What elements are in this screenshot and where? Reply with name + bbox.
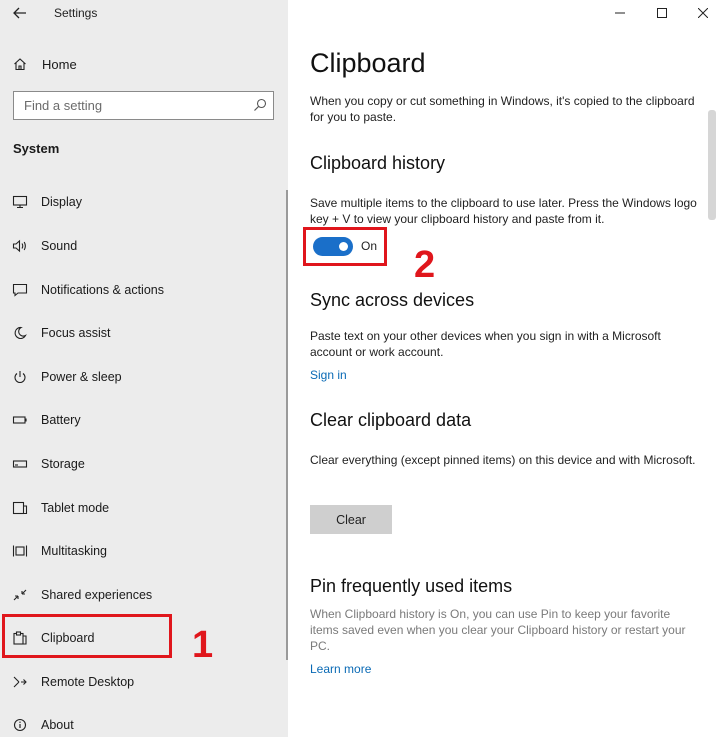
pane-divider <box>286 190 288 660</box>
power-icon <box>14 371 26 384</box>
clear-clipboard-description: Clear everything (except pinned items) o… <box>310 453 696 467</box>
notification-icon <box>12 283 28 297</box>
clear-clipboard-heading: Clear clipboard data <box>310 410 472 430</box>
close-button[interactable] <box>688 2 718 24</box>
sidebar-item-clipboard[interactable]: Clipboard <box>0 620 288 656</box>
pin-items-description: When Clipboard history is On, you can us… <box>310 607 686 653</box>
sidebar-item-power-sleep[interactable]: Power & sleep <box>0 359 288 395</box>
info-icon <box>13 718 27 732</box>
sidebar-item-label: Sound <box>41 239 78 253</box>
sidebar-item-remote-desktop[interactable]: Remote Desktop <box>0 664 288 700</box>
sidebar-item-label: Power & sleep <box>41 370 122 384</box>
annotation-number-1: 1 <box>192 624 214 666</box>
sidebar-item-battery[interactable]: Battery <box>0 402 288 438</box>
learn-more-link[interactable]: Learn more <box>310 662 371 676</box>
sidebar-item-home[interactable]: Home <box>0 50 288 78</box>
annotation-number-2: 2 <box>414 244 436 286</box>
close-icon <box>698 8 708 18</box>
sidebar-item-sound[interactable]: Sound <box>0 228 288 264</box>
clipboard-icon <box>13 631 27 645</box>
sidebar-item-label: Tablet mode <box>41 501 110 515</box>
settings-sidebar: Settings Home System Display Sound <box>0 0 288 737</box>
intro-text: When you copy or cut something in Window… <box>310 94 695 124</box>
sidebar-item-focus-assist[interactable]: Focus assist <box>0 315 288 351</box>
battery-icon <box>12 416 27 424</box>
section-heading-system: System <box>13 141 60 156</box>
sidebar-item-label: Clipboard <box>41 631 95 645</box>
sidebar-item-shared-experiences[interactable]: Shared experiences <box>0 577 288 613</box>
toggle-knob <box>339 242 348 251</box>
multitasking-icon <box>12 545 28 557</box>
moon-icon <box>14 326 27 340</box>
sidebar-item-label: Storage <box>41 457 85 471</box>
clipboard-history-toggle[interactable]: On <box>310 233 380 259</box>
back-button[interactable] <box>8 2 32 24</box>
sign-in-link[interactable]: Sign in <box>310 368 347 382</box>
sidebar-item-label: Remote Desktop <box>41 675 135 689</box>
toggle-state-label: On <box>361 239 378 253</box>
clipboard-history-heading: Clipboard history <box>310 153 446 173</box>
sync-heading: Sync across devices <box>310 290 475 310</box>
sidebar-item-label: Multitasking <box>41 544 107 558</box>
display-icon <box>12 195 28 209</box>
storage-icon <box>12 460 28 468</box>
title-bar: Settings <box>0 0 288 26</box>
sidebar-item-tablet-mode[interactable]: Tablet mode <box>0 490 288 526</box>
sidebar-item-label: Display <box>41 195 82 209</box>
shared-experiences-icon <box>13 589 27 601</box>
sidebar-item-display[interactable]: Display <box>0 184 288 220</box>
window-title: Settings <box>54 6 98 20</box>
clear-button[interactable]: Clear <box>310 505 392 534</box>
minimize-icon <box>615 12 625 14</box>
maximize-icon <box>657 8 667 18</box>
sidebar-item-label: About <box>41 718 74 732</box>
sidebar-item-notifications[interactable]: Notifications & actions <box>0 272 288 308</box>
sidebar-item-label: Shared experiences <box>41 588 153 602</box>
pin-items-heading: Pin frequently used items <box>310 576 513 596</box>
maximize-button[interactable] <box>647 2 677 24</box>
search-icon[interactable] <box>253 98 267 112</box>
sidebar-item-storage[interactable]: Storage <box>0 446 288 482</box>
remote-desktop-icon <box>13 676 27 688</box>
home-icon <box>14 58 26 71</box>
sidebar-item-label: Home <box>42 57 77 72</box>
toggle-track <box>313 237 353 256</box>
clipboard-history-description: Save multiple items to the clipboard to … <box>310 196 697 226</box>
sync-description: Paste text on your other devices when yo… <box>310 329 661 359</box>
sidebar-item-multitasking[interactable]: Multitasking <box>0 533 288 569</box>
page-title: Clipboard <box>310 48 426 78</box>
back-arrow-icon <box>13 7 26 19</box>
sidebar-item-label: Battery <box>41 413 81 427</box>
tablet-icon <box>12 501 28 515</box>
search-box <box>13 91 274 120</box>
minimize-button[interactable] <box>605 2 635 24</box>
sidebar-item-about[interactable]: About <box>0 707 288 737</box>
search-input[interactable] <box>14 92 246 119</box>
scrollbar[interactable] <box>708 110 716 220</box>
sidebar-item-label: Focus assist <box>41 326 111 340</box>
speaker-icon <box>12 239 26 253</box>
sidebar-item-label: Notifications & actions <box>41 283 164 297</box>
